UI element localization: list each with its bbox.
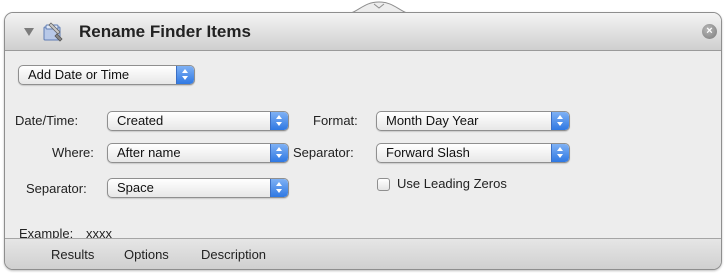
action-title-bar[interactable]: Rename Finder Items ×: [5, 13, 721, 51]
mode-popup[interactable]: Add Date or Time: [18, 65, 195, 85]
separator-right-popup[interactable]: Forward Slash: [376, 143, 570, 163]
rename-finder-items-action: Rename Finder Items × Add Date or Time D…: [4, 12, 722, 270]
separator-left-value: Space: [117, 180, 154, 195]
separator-left-label: Separator:: [26, 181, 87, 196]
action-tab-bar: Results Options Description: [5, 238, 721, 269]
leading-zeros-label: Use Leading Zeros: [397, 176, 507, 191]
tab-description[interactable]: Description: [201, 247, 266, 262]
date-time-value: Created: [117, 113, 164, 128]
date-time-popup[interactable]: Created: [107, 111, 289, 131]
format-label: Format:: [313, 113, 358, 128]
popup-arrows-icon: [551, 112, 569, 130]
format-value: Month Day Year: [386, 113, 479, 128]
finder-icon: [43, 22, 63, 42]
mode-popup-value: Add Date or Time: [28, 67, 130, 82]
action-body: Add Date or Time Date/Time: Created Form…: [5, 51, 721, 241]
tab-options[interactable]: Options: [124, 247, 169, 262]
close-icon[interactable]: ×: [702, 24, 717, 39]
workflow-canvas: Rename Finder Items × Add Date or Time D…: [0, 0, 727, 273]
date-time-label: Date/Time:: [15, 113, 79, 128]
popup-arrows-icon: [270, 144, 288, 162]
popup-arrows-icon: [270, 112, 288, 130]
action-title: Rename Finder Items: [79, 22, 251, 41]
separator-right-label: Separator:: [293, 145, 354, 160]
disclosure-triangle-icon[interactable]: [24, 28, 34, 36]
leading-zeros-checkbox[interactable]: [377, 178, 390, 191]
popup-arrows-icon: [551, 144, 569, 162]
where-popup[interactable]: After name: [107, 143, 289, 163]
format-popup[interactable]: Month Day Year: [376, 111, 570, 131]
separator-left-popup[interactable]: Space: [107, 178, 289, 198]
where-label: Where:: [52, 145, 94, 160]
popup-arrows-icon: [270, 179, 288, 197]
tab-results[interactable]: Results: [51, 247, 94, 262]
popup-arrows-icon: [176, 66, 194, 84]
where-value: After name: [117, 145, 181, 160]
separator-right-value: Forward Slash: [386, 145, 470, 160]
